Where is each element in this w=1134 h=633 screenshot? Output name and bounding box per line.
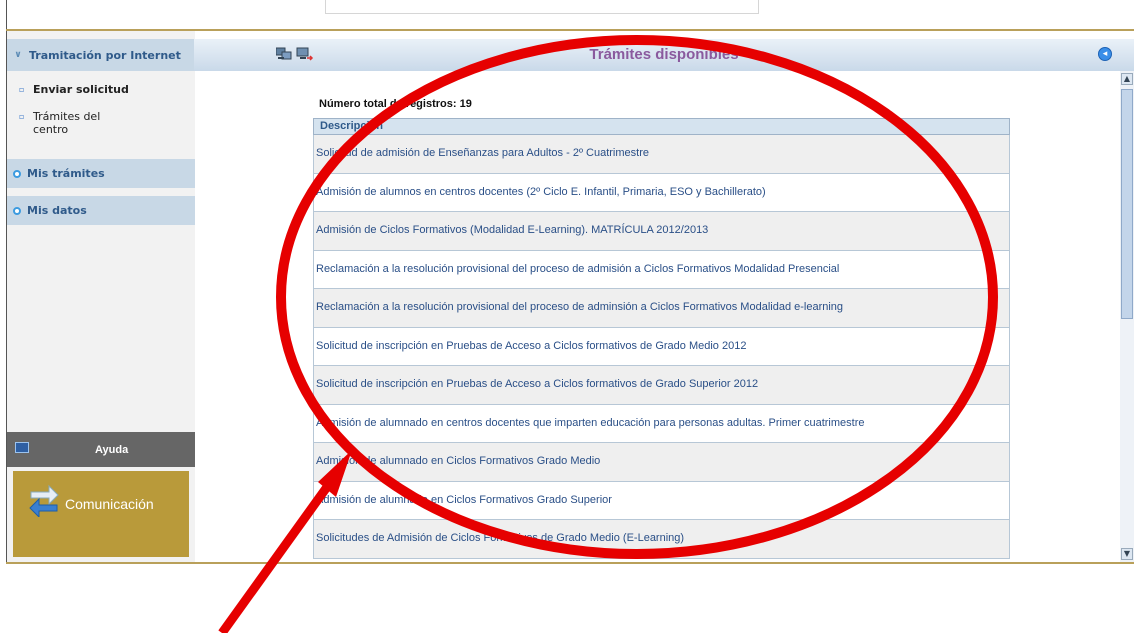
bullet-icon: ▫: [19, 85, 25, 94]
table-row[interactable]: Admisión de alumnos en centros docentes …: [313, 173, 1010, 212]
table-row[interactable]: Admisión de alumnado en Ciclos Formativo…: [313, 443, 1010, 482]
table-header-description: Descripción: [313, 118, 1010, 135]
table-row[interactable]: Admisión de alumnado en Ciclos Formativo…: [313, 481, 1010, 520]
scroll-down-button[interactable]: ▼: [1121, 548, 1133, 560]
table-row[interactable]: Reclamación a la resolución provisional …: [313, 289, 1010, 328]
main-panel: Trámites disponibles ◂ Número total de r…: [194, 31, 1134, 562]
table-row[interactable]: Solicitudes de Admisión de Ciclos Format…: [313, 520, 1010, 559]
sidebar-item-mis-tramites[interactable]: Mis trámites: [7, 159, 195, 188]
table-row[interactable]: Reclamación a la resolución provisional …: [313, 250, 1010, 289]
chevron-down-icon: ∨: [14, 50, 22, 60]
scroll-thumb[interactable]: [1121, 89, 1133, 319]
bullet-icon: ▫: [19, 112, 25, 121]
scroll-up-button[interactable]: ▲: [1121, 73, 1133, 85]
table-row[interactable]: Solicitud de admisión de Enseñanzas para…: [313, 135, 1010, 174]
main-header: Trámites disponibles ◂: [194, 39, 1134, 71]
radio-dot-icon: [13, 169, 21, 178]
page-title: Trámites disponibles: [589, 46, 739, 63]
communication-button[interactable]: Comunicación: [13, 471, 189, 557]
record-count: Número total de registros: 19: [319, 98, 472, 110]
vertical-scrollbar[interactable]: ▲ ▼: [1120, 71, 1134, 562]
sidebar: ∨ Tramitación por Internet ▫ Enviar soli…: [6, 31, 195, 562]
table-row[interactable]: Admisión de Ciclos Formativos (Modalidad…: [313, 212, 1010, 251]
book-icon: [15, 442, 29, 453]
sidebar-section-internet[interactable]: ∨ Tramitación por Internet: [7, 39, 195, 71]
sidebar-item-mis-datos[interactable]: Mis datos: [7, 196, 195, 225]
url-field[interactable]: [325, 0, 759, 14]
table-row[interactable]: Admisión de alumnado en centros docentes…: [313, 404, 1010, 443]
exchange-arrows-icon: [29, 484, 59, 517]
help-button[interactable]: Ayuda: [7, 432, 195, 467]
back-arrow-circle-icon[interactable]: ◂: [1098, 47, 1112, 61]
app-frame: ∨ Tramitación por Internet ▫ Enviar soli…: [6, 29, 1134, 564]
procedures-table: Descripción Solicitud de admisión de Ens…: [313, 118, 1010, 559]
window-edge: [6, 0, 7, 30]
table-row[interactable]: Solicitud de inscripción en Pruebas de A…: [313, 366, 1010, 405]
radio-dot-icon: [13, 206, 21, 215]
table-row[interactable]: Solicitud de inscripción en Pruebas de A…: [313, 327, 1010, 366]
sidebar-section-title: Tramitación por Internet: [29, 48, 181, 62]
